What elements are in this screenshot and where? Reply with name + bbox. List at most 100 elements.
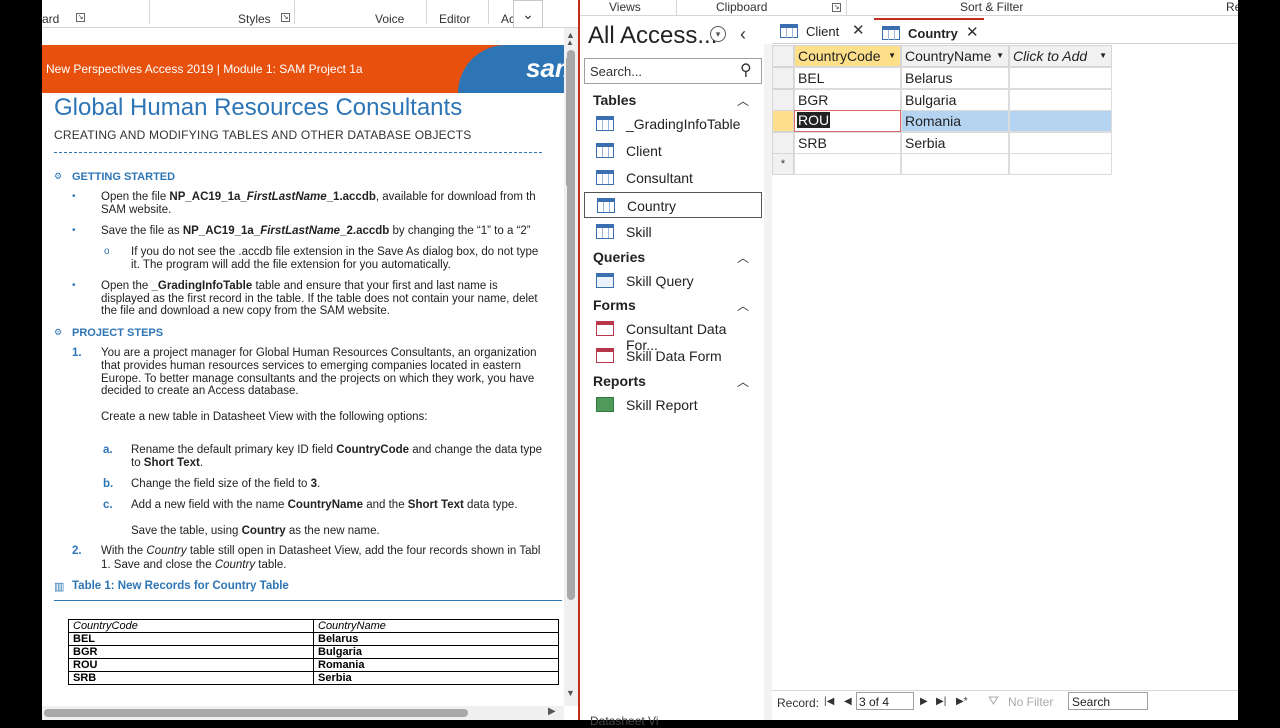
table-cell: SRB: [68, 671, 314, 685]
close-icon[interactable]: ✕: [852, 21, 865, 39]
table-icon: [780, 24, 798, 38]
table-header-cell: CountryCode: [68, 619, 314, 633]
table-caption: Table 1: New Records for Country Table: [72, 580, 289, 592]
nav-menu-chevron-icon[interactable]: ▾: [710, 26, 726, 42]
next-record-icon[interactable]: ▶: [920, 696, 928, 707]
group-queries[interactable]: Queries: [593, 249, 645, 265]
nav-item-country[interactable]: Country: [584, 192, 762, 218]
substep-letter: c.: [103, 499, 113, 511]
substep-b: Change the field size of the field to 3.: [131, 478, 321, 490]
current-record-value: 3 of 4: [859, 695, 890, 709]
nav-item-consultant-data-form[interactable]: Consultant Data For...: [584, 316, 762, 353]
caption-underline: [54, 600, 562, 601]
table-cell[interactable]: [1009, 110, 1112, 132]
horizontal-scroll-thumb[interactable]: [44, 709, 468, 717]
dialog-launcher-icon[interactable]: ↘: [76, 13, 85, 22]
table-cell[interactable]: BGR: [794, 89, 901, 111]
nav-item-gradinginfotable[interactable]: _GradingInfoTable: [584, 111, 762, 137]
step-open-file: Open the file NP_AC19_1a_FirstLastName_1…: [101, 191, 536, 203]
nav-item-skill-report[interactable]: Skill Report: [584, 392, 762, 418]
substep-letter: b.: [103, 478, 114, 490]
clipboard-launcher-icon[interactable]: ↘: [832, 3, 841, 12]
tab-country[interactable]: Country ✕: [874, 18, 984, 44]
group-tables[interactable]: Tables: [593, 92, 636, 108]
new-record-icon[interactable]: ▶*: [956, 696, 968, 707]
row-selector-current[interactable]: [772, 110, 794, 132]
row-selector[interactable]: [772, 67, 794, 89]
nav-item-skill-data-form[interactable]: Skill Data Form: [584, 343, 762, 369]
record-search-placeholder: Search: [1072, 695, 1111, 709]
access-ribbon: Views Clipboard ↘ Sort & Filter Re: [580, 0, 1241, 16]
row-selector[interactable]: [772, 89, 794, 111]
table-cell[interactable]: Bulgaria: [901, 89, 1009, 111]
substep-a: Rename the default primary key ID field …: [131, 444, 543, 456]
table-cell: Romania: [313, 658, 559, 672]
ribbon-views-label: Views: [609, 0, 641, 14]
scroll-up-icon[interactable]: ▲: [566, 38, 574, 47]
table-icon: [596, 143, 614, 158]
chevron-up-icon[interactable]: ︿: [737, 249, 749, 266]
table-cell[interactable]: SRB: [794, 132, 901, 154]
styles-launcher-icon[interactable]: ↘: [281, 13, 290, 22]
no-filter-label[interactable]: No Filter: [1008, 695, 1053, 709]
close-icon[interactable]: ✕: [966, 23, 979, 41]
step1-line2: that provides human resources services t…: [101, 360, 521, 372]
group-forms[interactable]: Forms: [593, 297, 636, 313]
word-document-window: ard ↘ Styles ↘ Voice Editor Ac ⌄ New Per…: [42, 0, 578, 720]
step-number: 1.: [72, 347, 82, 359]
step-open-file-cont: SAM website.: [101, 204, 172, 216]
shutter-bar-close-icon[interactable]: ‹: [740, 24, 746, 45]
nav-item-consultant[interactable]: Consultant: [584, 165, 762, 191]
substep-extension-cont: it. The program will add the file extens…: [131, 259, 451, 271]
row-selector[interactable]: [772, 132, 794, 154]
save-table-step: Save the table, using Country as the new…: [131, 525, 380, 537]
step2-line2: 1. Save and close the Country table.: [101, 559, 287, 571]
new-record-selector[interactable]: *: [772, 153, 794, 175]
chevron-up-icon[interactable]: ︿: [737, 297, 749, 314]
table-cell[interactable]: Serbia: [901, 132, 1009, 154]
previous-record-icon[interactable]: ◀: [844, 696, 852, 707]
nav-search-placeholder: Search...: [590, 64, 643, 79]
table-row: ROU Romania: [68, 658, 559, 672]
first-record-icon[interactable]: |◀: [824, 696, 834, 707]
column-header-countryname[interactable]: CountryName ▼: [901, 45, 1009, 67]
nav-item-skill[interactable]: Skill: [584, 219, 762, 245]
dropdown-arrow-icon[interactable]: ▼: [1099, 51, 1107, 60]
ribbon-collapse-button[interactable]: ⌄: [513, 0, 543, 28]
select-all-corner[interactable]: [772, 45, 794, 67]
table-cell[interactable]: [1009, 132, 1112, 154]
column-header-click-to-add[interactable]: Click to Add ▼: [1009, 45, 1112, 67]
search-icon[interactable]: ⚲: [740, 60, 752, 80]
document-title: Global Human Resources Consultants: [54, 94, 463, 121]
last-record-icon[interactable]: ▶|: [936, 696, 946, 707]
bullet-icon: •: [72, 280, 76, 291]
nav-scrollbar[interactable]: [764, 44, 772, 720]
chevron-up-icon[interactable]: ︿: [737, 373, 749, 390]
tab-client[interactable]: Client ✕: [772, 18, 872, 44]
form-icon: [596, 348, 614, 363]
column-header-countrycode[interactable]: CountryCode ▼: [794, 45, 901, 67]
ribbon-voice-label: Voice: [375, 12, 405, 26]
scroll-down-icon[interactable]: ▼: [566, 688, 575, 698]
table-cell[interactable]: Belarus: [901, 67, 1009, 89]
left-margin: [0, 0, 42, 720]
nav-item-client[interactable]: Client: [584, 138, 762, 164]
table-cell[interactable]: [794, 153, 901, 175]
ribbon-styles-label: Styles: [238, 12, 271, 26]
table-cell[interactable]: [1009, 153, 1112, 175]
chevron-up-icon[interactable]: ︿: [737, 92, 749, 109]
nav-pane-title[interactable]: All Access...: [588, 22, 717, 50]
table-cell[interactable]: [901, 153, 1009, 175]
nav-item-skill-query[interactable]: Skill Query: [584, 268, 762, 294]
dropdown-arrow-icon[interactable]: ▼: [888, 51, 896, 60]
table-cell[interactable]: Romania: [901, 110, 1009, 132]
substep-letter: a.: [103, 444, 113, 456]
table-cell[interactable]: [1009, 89, 1112, 111]
dropdown-arrow-icon[interactable]: ▼: [996, 51, 1004, 60]
table-cell[interactable]: [1009, 67, 1112, 89]
scroll-right-icon[interactable]: ▶: [548, 706, 556, 717]
table-cell[interactable]: BEL: [794, 67, 901, 89]
record-label: Record:: [777, 696, 820, 710]
group-reports[interactable]: Reports: [593, 373, 646, 389]
nav-scroll-thumb[interactable]: [566, 56, 574, 188]
